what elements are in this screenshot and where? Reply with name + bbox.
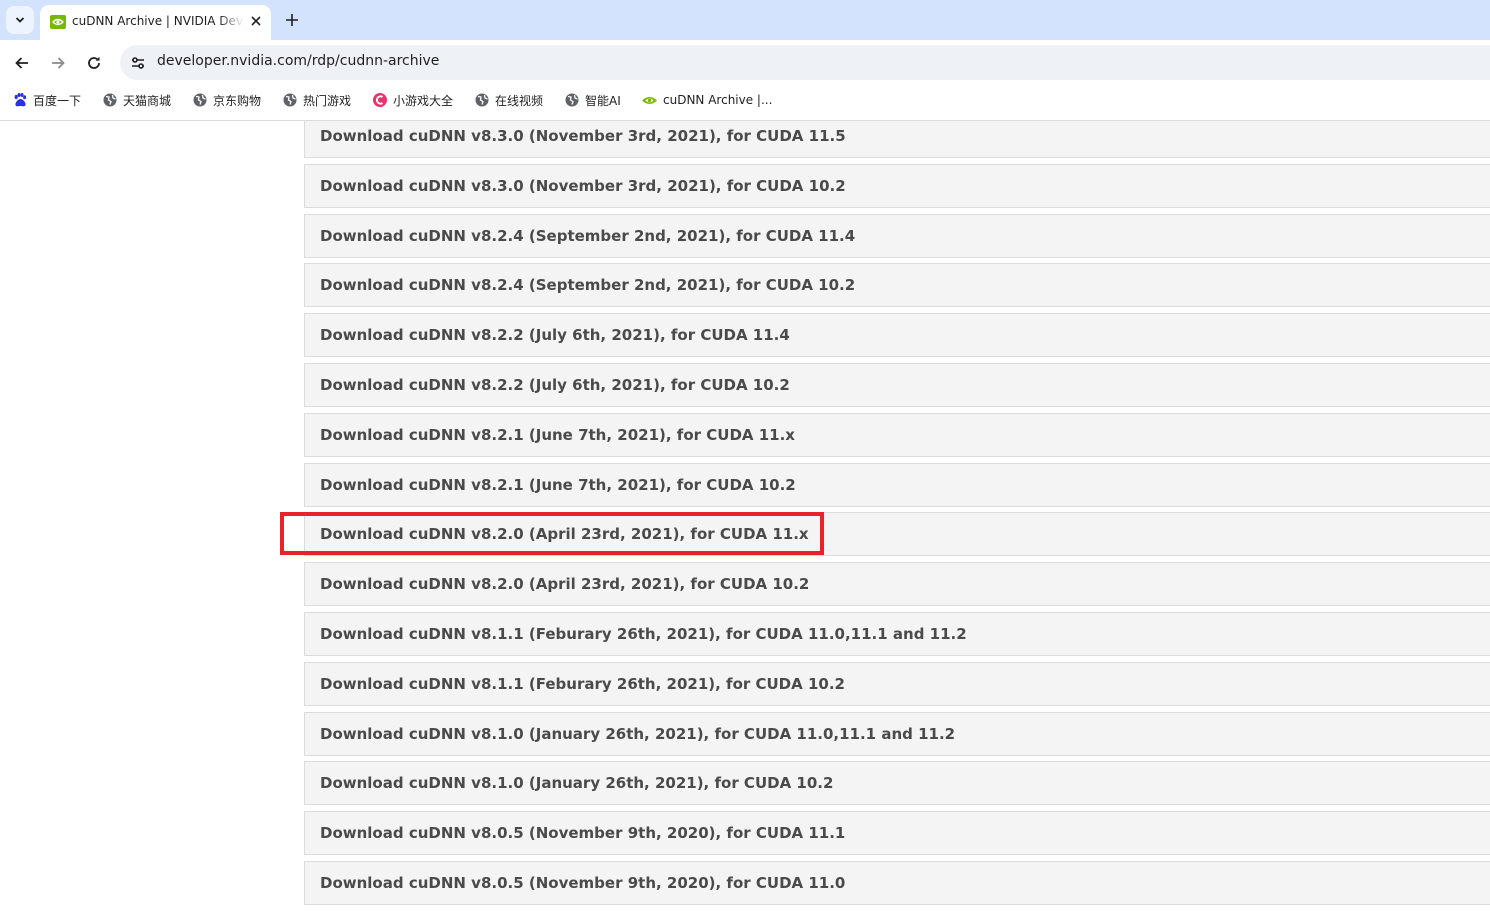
download-item[interactable]: Download cuDNN v8.1.1 (Feburary 26th, 20… [304,661,1490,706]
globe-icon [475,93,489,107]
download-item-highlighted[interactable]: Download cuDNN v8.2.0 (April 23rd, 2021)… [304,512,1490,557]
download-item[interactable]: Download cuDNN v8.2.0 (April 23rd, 2021)… [304,562,1490,607]
globe-icon [103,93,117,107]
download-link[interactable]: Download cuDNN v8.2.0 (April 23rd, 2021)… [320,525,809,543]
tab-title: cuDNN Archive | NVIDIA Developer [72,14,244,28]
download-item[interactable]: Download cuDNN v8.2.4 (September 2nd, 20… [304,213,1490,258]
download-item[interactable]: Download cuDNN v8.2.1 (June 7th, 2021), … [304,412,1490,457]
download-link[interactable]: Download cuDNN v8.1.0 (January 26th, 202… [320,774,833,792]
download-link[interactable]: Download cuDNN v8.2.1 (June 7th, 2021), … [320,426,795,444]
forward-button[interactable] [45,50,71,76]
bookmark-label: 天猫商城 [123,93,172,108]
download-link[interactable]: Download cuDNN v8.1.0 (January 26th, 202… [320,725,955,743]
browser-toolbar: developer.nvidia.com/rdp/cudnn-archive [0,40,1490,85]
globe-icon [193,93,207,107]
download-item[interactable]: Download cuDNN v8.0.5 (November 9th, 202… [304,860,1490,905]
bookmark-label: 百度一下 [33,93,82,108]
browser-tab-active[interactable]: cuDNN Archive | NVIDIA Developer [40,5,271,40]
url-text: developer.nvidia.com/rdp/cudnn-archive [157,53,440,69]
nvidia-icon [642,96,657,104]
download-item[interactable]: Download cuDNN v8.3.0 (November 3rd, 202… [304,163,1490,208]
download-item[interactable]: Download cuDNN v8.1.0 (January 26th, 202… [304,711,1490,756]
site-info-button[interactable] [128,53,148,73]
reload-button[interactable] [81,50,107,76]
tab-close-button[interactable] [246,11,266,31]
tab-search-button[interactable] [6,6,34,34]
bookmark-online-video[interactable]: 在线视频 [474,91,543,109]
download-link[interactable]: Download cuDNN v8.3.0 (November 3rd, 202… [320,177,846,195]
download-link[interactable]: Download cuDNN v8.0.5 (November 9th, 202… [320,874,845,892]
bookmark-label: 智能AI [585,93,621,108]
bookmark-label: 热门游戏 [303,93,352,108]
arrow-left-icon [15,57,28,69]
close-icon [251,16,261,26]
bookmark-tmall[interactable]: 天猫商城 [102,91,171,109]
bookmark-cudnn-archive[interactable]: cuDNN Archive |... [641,91,772,109]
bookmark-jd[interactable]: 京东购物 [192,91,261,109]
globe-icon [283,93,297,107]
download-link[interactable]: Download cuDNN v8.3.0 (November 3rd, 202… [320,127,846,145]
download-item[interactable]: Download cuDNN v8.1.1 (Feburary 26th, 20… [304,611,1490,656]
new-tab-button[interactable] [280,8,304,32]
download-link[interactable]: Download cuDNN v8.1.1 (Feburary 26th, 20… [320,675,845,693]
download-item[interactable]: Download cuDNN v8.1.0 (January 26th, 202… [304,761,1490,806]
bookmarks-bar: 百度一下 天猫商城 京东购物 热门游戏 小游戏大全 在线视频 智能AI cuDN… [0,85,1490,115]
download-link[interactable]: Download cuDNN v8.2.4 (September 2nd, 20… [320,227,855,245]
bookmark-baidu[interactable]: 百度一下 [12,91,81,109]
baidu-paw-icon [14,93,27,107]
download-item[interactable]: Download cuDNN v8.2.2 (July 6th, 2021), … [304,362,1490,407]
address-bar[interactable]: developer.nvidia.com/rdp/cudnn-archive [120,45,1490,80]
bookmark-mini-games[interactable]: 小游戏大全 [372,91,453,109]
chevron-down-icon [15,17,25,23]
download-link[interactable]: Download cuDNN v8.2.0 (April 23rd, 2021)… [320,575,809,593]
page-content: Download cuDNN v8.3.0 (November 3rd, 202… [0,121,1490,914]
nvidia-icon [50,15,66,29]
tune-icon [132,57,144,69]
download-item[interactable]: Download cuDNN v8.2.2 (July 6th, 2021), … [304,313,1490,358]
download-item[interactable]: Download cuDNN v8.0.5 (November 9th, 202… [304,811,1490,856]
download-item[interactable]: Download cuDNN v8.2.4 (September 2nd, 20… [304,263,1490,308]
download-link[interactable]: Download cuDNN v8.0.5 (November 9th, 202… [320,824,845,842]
tab-strip: cuDNN Archive | NVIDIA Developer [0,0,1490,40]
download-item[interactable]: Download cuDNN v8.3.0 (November 3rd, 202… [304,121,1490,158]
download-link[interactable]: Download cuDNN v8.1.1 (Feburary 26th, 20… [320,625,967,643]
bookmark-label: 小游戏大全 [393,93,454,108]
bookmark-label: 京东购物 [213,93,262,108]
download-item[interactable]: Download cuDNN v8.2.1 (June 7th, 2021), … [304,462,1490,507]
download-list: Download cuDNN v8.3.0 (November 3rd, 202… [304,121,1490,911]
bookmark-hot-games[interactable]: 热门游戏 [282,91,351,109]
reload-icon [88,56,100,69]
arrow-right-icon [52,57,65,69]
bookmark-smart-ai[interactable]: 智能AI [564,91,621,109]
bookmark-label: cuDNN Archive |... [663,93,773,107]
download-link[interactable]: Download cuDNN v8.2.4 (September 2nd, 20… [320,276,855,294]
game-icon [373,93,387,107]
download-link[interactable]: Download cuDNN v8.2.2 (July 6th, 2021), … [320,376,790,394]
globe-icon [565,93,579,107]
plus-icon [286,14,298,26]
back-button[interactable] [9,50,35,76]
download-link[interactable]: Download cuDNN v8.2.2 (July 6th, 2021), … [320,326,790,344]
bookmark-label: 在线视频 [495,93,544,108]
download-link[interactable]: Download cuDNN v8.2.1 (June 7th, 2021), … [320,476,796,494]
